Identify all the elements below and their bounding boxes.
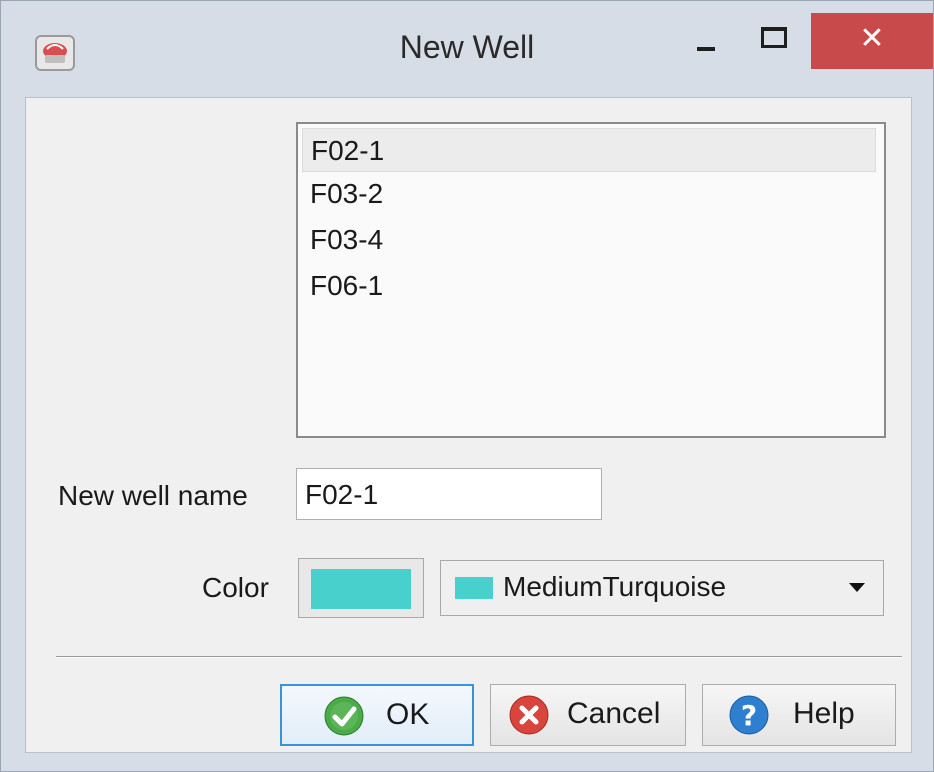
separator (56, 656, 902, 658)
ok-label: OK (386, 698, 430, 731)
color-label: Color (202, 572, 269, 603)
close-button[interactable]: ✕ (811, 13, 933, 69)
list-item[interactable]: F03-2 (302, 172, 876, 216)
list-item[interactable]: F02-1 (302, 128, 876, 172)
color-swatch (311, 569, 411, 609)
new-well-name-label: New well name (58, 480, 248, 511)
help-button[interactable]: ? Help (702, 684, 896, 746)
svg-text:?: ? (741, 699, 757, 732)
new-well-dialog: New Well ✕ F02-1 F03-2 F03-4 F06-1 New w… (0, 0, 934, 772)
minimize-button[interactable] (677, 13, 737, 67)
ok-button[interactable]: OK (280, 684, 474, 746)
list-item[interactable]: F06-1 (302, 264, 876, 308)
cancel-circle-icon (509, 695, 549, 735)
chevron-down-icon (849, 583, 865, 592)
wells-listbox[interactable]: F02-1 F03-2 F03-4 F06-1 (296, 122, 886, 438)
color-dropdown[interactable]: MediumTurquoise (440, 560, 884, 616)
color-picker-button[interactable] (298, 558, 424, 618)
color-dropdown-swatch (455, 577, 493, 599)
maximize-button[interactable] (743, 13, 805, 67)
title-bar: New Well ✕ (1, 1, 933, 93)
new-well-name-input[interactable]: F02-1 (296, 468, 602, 520)
color-dropdown-value: MediumTurquoise (503, 571, 727, 602)
help-circle-icon: ? (729, 695, 769, 735)
cancel-button[interactable]: Cancel (490, 684, 686, 746)
list-item[interactable]: F03-4 (302, 218, 876, 262)
help-label: Help (793, 697, 855, 730)
check-circle-icon (324, 696, 364, 736)
dialog-body: F02-1 F03-2 F03-4 F06-1 New well name F0… (25, 97, 912, 753)
minimize-icon (697, 47, 715, 51)
close-icon: ✕ (859, 22, 885, 55)
cancel-label: Cancel (567, 697, 661, 730)
maximize-icon (761, 27, 787, 48)
